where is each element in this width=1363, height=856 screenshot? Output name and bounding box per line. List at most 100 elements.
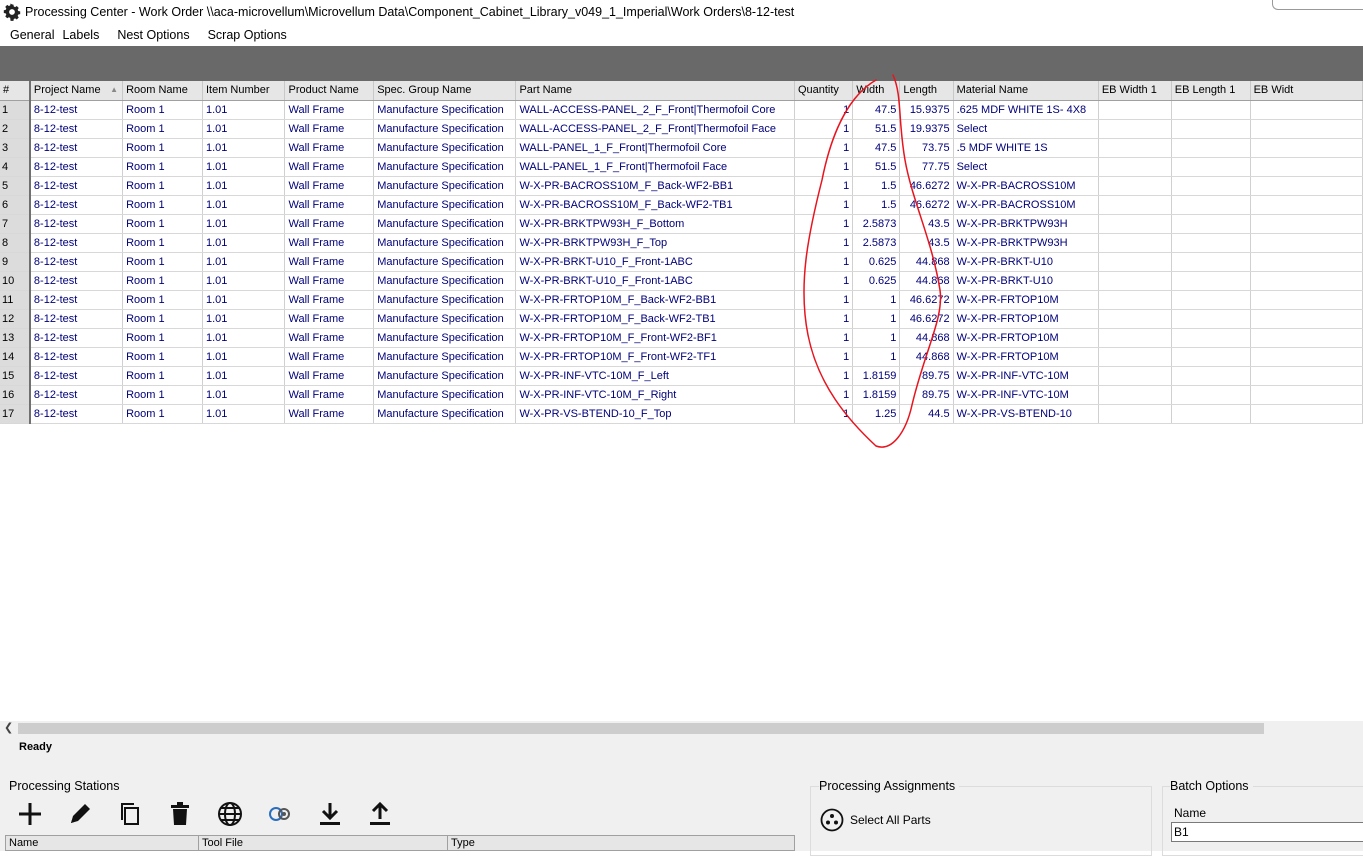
table-cell[interactable]: W-X-PR-BRKTPW93H_F_Bottom: [515, 214, 795, 234]
table-cell[interactable]: Manufacture Specification: [373, 119, 517, 139]
row-header[interactable]: 13: [0, 328, 31, 348]
row-header[interactable]: 5: [0, 176, 31, 196]
column-header-item-number[interactable]: Item Number: [202, 81, 286, 101]
table-cell[interactable]: [1171, 309, 1251, 329]
table-cell[interactable]: 8-12-test: [29, 366, 124, 386]
table-cell[interactable]: 8-12-test: [29, 347, 124, 367]
table-cell[interactable]: [1250, 100, 1363, 120]
table-cell[interactable]: 1.01: [202, 233, 286, 253]
table-cell[interactable]: 8-12-test: [29, 271, 124, 291]
table-cell[interactable]: 1.01: [202, 119, 286, 139]
row-header[interactable]: 17: [0, 404, 31, 424]
table-cell[interactable]: W-X-PR-FRTOP10M_F_Back-WF2-BB1: [515, 290, 795, 310]
table-cell[interactable]: Manufacture Specification: [373, 157, 517, 177]
table-cell[interactable]: 1: [852, 347, 901, 367]
table-cell[interactable]: Manufacture Specification: [373, 347, 517, 367]
table-cell[interactable]: 1: [794, 347, 854, 367]
table-cell[interactable]: [1250, 290, 1363, 310]
table-cell[interactable]: 46.6272: [899, 309, 954, 329]
column-header-width[interactable]: Width: [852, 81, 901, 101]
column-header-length[interactable]: Length: [899, 81, 954, 101]
table-cell[interactable]: 43.5: [899, 233, 954, 253]
table-cell[interactable]: 8-12-test: [29, 176, 124, 196]
batch-name-input[interactable]: B1: [1171, 822, 1363, 842]
table-cell[interactable]: 8-12-test: [29, 385, 124, 405]
table-cell[interactable]: Wall Frame: [284, 366, 375, 386]
table-cell[interactable]: [1171, 347, 1251, 367]
select-all-parts-button[interactable]: Select All Parts: [820, 808, 931, 832]
table-cell[interactable]: 8-12-test: [29, 214, 124, 234]
table-cell[interactable]: Select: [953, 157, 1099, 177]
table-cell[interactable]: Wall Frame: [284, 233, 375, 253]
table-cell[interactable]: Manufacture Specification: [373, 195, 517, 215]
table-cell[interactable]: W-X-PR-BRKTPW93H: [953, 233, 1099, 253]
table-cell[interactable]: 77.75: [899, 157, 954, 177]
table-cell[interactable]: 8-12-test: [29, 138, 124, 158]
table-row[interactable]: 6 8-12-test Room 1 1.01 Wall Frame Manufactur…: [0, 195, 1363, 215]
table-cell[interactable]: W-X-PR-FRTOP10M: [953, 328, 1099, 348]
table-cell[interactable]: 1.01: [202, 385, 286, 405]
table-cell[interactable]: Wall Frame: [284, 119, 375, 139]
table-cell[interactable]: [1098, 347, 1172, 367]
column-header-project-name[interactable]: Project Name ▲: [29, 81, 124, 101]
table-cell[interactable]: Manufacture Specification: [373, 290, 517, 310]
table-cell[interactable]: [1250, 271, 1363, 291]
column-header-part-name[interactable]: Part Name: [515, 81, 795, 101]
table-cell[interactable]: Wall Frame: [284, 100, 375, 120]
table-cell[interactable]: 47.5: [852, 100, 901, 120]
table-cell[interactable]: 1: [794, 195, 854, 215]
table-cell[interactable]: 1.01: [202, 271, 286, 291]
row-header[interactable]: 3: [0, 138, 31, 158]
table-cell[interactable]: 1: [794, 271, 854, 291]
table-cell[interactable]: W-X-PR-VS-BTEND-10_F_Top: [515, 404, 795, 424]
table-cell[interactable]: Room 1: [122, 290, 203, 310]
table-cell[interactable]: 1: [794, 176, 854, 196]
table-cell[interactable]: Manufacture Specification: [373, 366, 517, 386]
table-cell[interactable]: 1: [794, 157, 854, 177]
table-cell[interactable]: Room 1: [122, 385, 203, 405]
column-header-eb-widt[interactable]: EB Widt: [1250, 81, 1363, 101]
table-row[interactable]: 15 8-12-test Room 1 1.01 Wall Frame Manufactu…: [0, 366, 1363, 386]
table-cell[interactable]: 1: [794, 100, 854, 120]
row-header[interactable]: 9: [0, 252, 31, 272]
table-cell[interactable]: W-X-PR-INF-VTC-10M_F_Right: [515, 385, 795, 405]
table-cell[interactable]: [1098, 157, 1172, 177]
table-cell[interactable]: Room 1: [122, 100, 203, 120]
table-cell[interactable]: Wall Frame: [284, 157, 375, 177]
sync-button[interactable]: [265, 799, 295, 829]
table-cell[interactable]: Wall Frame: [284, 252, 375, 272]
table-cell[interactable]: 1.8159: [852, 385, 901, 405]
table-cell[interactable]: [1171, 290, 1251, 310]
table-cell[interactable]: [1171, 328, 1251, 348]
table-cell[interactable]: 1.25: [852, 404, 901, 424]
table-cell[interactable]: 44.5: [899, 404, 954, 424]
table-row[interactable]: 4 8-12-test Room 1 1.01 Wall Frame Manufactur…: [0, 157, 1363, 177]
menu-general[interactable]: General: [0, 28, 62, 42]
table-cell[interactable]: [1171, 385, 1251, 405]
table-cell[interactable]: 1.01: [202, 328, 286, 348]
row-header[interactable]: 2: [0, 119, 31, 139]
table-cell[interactable]: W-X-PR-BRKTPW93H: [953, 214, 1099, 234]
menu-labels[interactable]: Labels: [62, 28, 107, 42]
table-cell[interactable]: 1: [794, 290, 854, 310]
table-cell[interactable]: 1.5: [852, 176, 901, 196]
table-cell[interactable]: 44.868: [899, 328, 954, 348]
table-cell[interactable]: W-X-PR-INF-VTC-10M_F_Left: [515, 366, 795, 386]
table-cell[interactable]: Room 1: [122, 176, 203, 196]
table-cell[interactable]: [1250, 138, 1363, 158]
table-cell[interactable]: Manufacture Specification: [373, 271, 517, 291]
table-cell[interactable]: W-X-PR-BACROSS10M_F_Back-WF2-TB1: [515, 195, 795, 215]
table-cell[interactable]: WALL-ACCESS-PANEL_2_F_Front|Thermofoil C…: [515, 100, 795, 120]
table-cell[interactable]: 8-12-test: [29, 100, 124, 120]
horizontal-scrollbar[interactable]: ❮: [0, 721, 1363, 736]
menu-scrap-options[interactable]: Scrap Options: [198, 28, 295, 42]
table-cell[interactable]: 44.868: [899, 252, 954, 272]
table-cell[interactable]: Manufacture Specification: [373, 176, 517, 196]
table-cell[interactable]: [1250, 309, 1363, 329]
table-cell[interactable]: Manufacture Specification: [373, 385, 517, 405]
table-cell[interactable]: [1171, 366, 1251, 386]
table-cell[interactable]: Room 1: [122, 252, 203, 272]
row-header[interactable]: 12: [0, 309, 31, 329]
table-cell[interactable]: W-X-PR-BRKT-U10_F_Front-1ABC: [515, 252, 795, 272]
table-cell[interactable]: 1: [794, 252, 854, 272]
